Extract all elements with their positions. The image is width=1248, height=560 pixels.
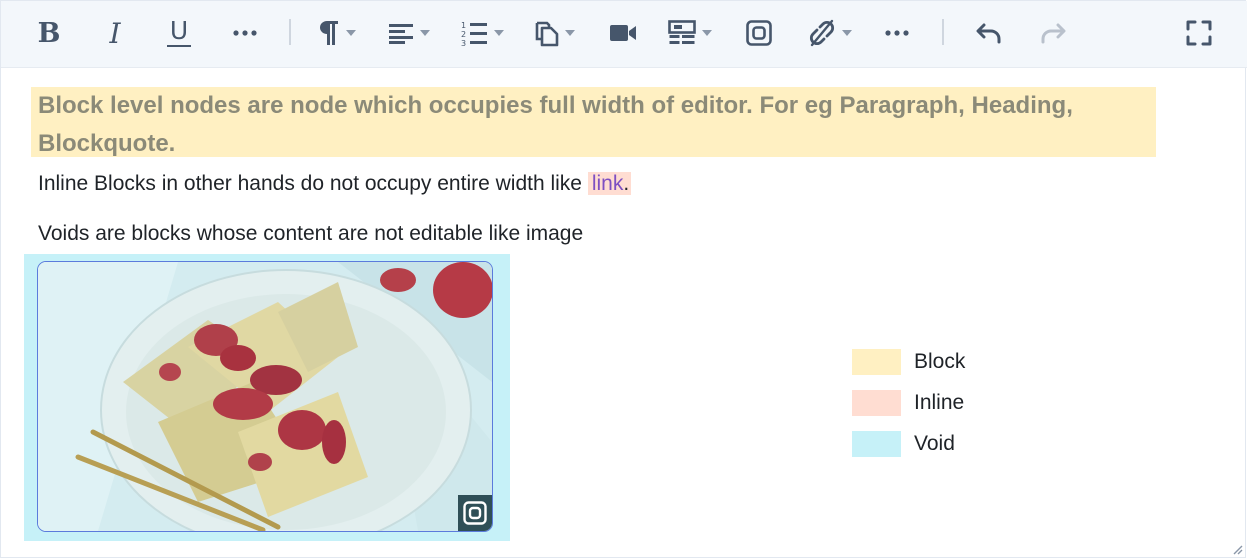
inline-paragraph-text: Inline Blocks in other hands do not occu… — [38, 172, 588, 195]
fullscreen-button[interactable] — [1181, 13, 1217, 53]
insert-video-button[interactable] — [605, 13, 641, 53]
more-icon — [233, 30, 257, 36]
bold-button[interactable]: B — [31, 13, 67, 53]
toolbar-separator — [289, 19, 291, 45]
link-button[interactable] — [805, 13, 855, 53]
block-paragraph: Block level nodes are node which occupie… — [38, 92, 1073, 157]
svg-text:2: 2 — [461, 30, 466, 39]
copy-button[interactable] — [531, 13, 579, 53]
more-formatting-button[interactable] — [227, 13, 263, 53]
food-image — [38, 262, 492, 531]
align-left-icon — [389, 24, 413, 44]
undo-icon — [976, 23, 1001, 44]
insert-table-button[interactable] — [665, 13, 715, 53]
embed-button[interactable] — [741, 13, 777, 53]
chevron-down-icon — [565, 30, 575, 36]
unlink-icon — [809, 19, 835, 47]
inline-paragraph: Inline Blocks in other hands do not occu… — [38, 172, 632, 196]
image-options-button[interactable] — [458, 495, 492, 531]
bold-icon: B — [37, 17, 61, 49]
editor-frame: B I U 123 Block level nodes are node whi… — [0, 0, 1247, 559]
align-button[interactable] — [385, 13, 433, 53]
inline-period: . — [623, 172, 630, 195]
editor-toolbar: B I U 123 — [1, 1, 1247, 68]
more-icon — [885, 30, 909, 36]
editor-content[interactable]: Block level nodes are node which occupie… — [1, 67, 1247, 559]
numbered-list-icon: 123 — [461, 21, 487, 47]
table-layout-icon — [668, 20, 696, 44]
inline-link[interactable]: link — [592, 172, 624, 195]
inline-highlight: link. — [587, 172, 632, 195]
chevron-down-icon — [420, 30, 430, 36]
paragraph-format-button[interactable] — [313, 13, 361, 53]
more-options-button[interactable] — [879, 13, 915, 53]
chevron-down-icon — [346, 30, 356, 36]
legend-label-block: Block — [914, 350, 966, 373]
void-paragraph: Voids are blocks whose content are not e… — [38, 222, 584, 245]
legend-swatch-block — [852, 349, 901, 375]
italic-icon: I — [109, 16, 121, 50]
italic-button[interactable]: I — [97, 13, 133, 53]
svg-text:1: 1 — [461, 21, 466, 30]
paragraph-icon — [320, 21, 338, 45]
legend-swatch-inline — [852, 390, 901, 416]
legend-swatch-void — [852, 431, 901, 457]
svg-text:3: 3 — [461, 39, 466, 47]
chevron-down-icon — [842, 30, 852, 36]
legend-label-inline: Inline — [914, 391, 965, 414]
numbered-list-button[interactable]: 123 — [457, 13, 507, 53]
underline-button[interactable]: U — [161, 13, 197, 53]
underline-icon: U — [169, 16, 189, 45]
void-block — [24, 254, 510, 541]
chevron-down-icon — [702, 30, 712, 36]
video-camera-icon — [610, 25, 636, 41]
embed-frame-icon — [463, 501, 487, 525]
image-void[interactable] — [37, 261, 493, 532]
copy-icon — [535, 21, 559, 47]
redo-icon — [1041, 23, 1066, 44]
toolbar-separator — [942, 19, 944, 45]
underline-bar — [167, 45, 191, 47]
legend-label-void: Void — [914, 432, 955, 455]
redo-button[interactable] — [1035, 13, 1071, 53]
embed-frame-icon — [746, 20, 772, 46]
undo-button[interactable] — [971, 13, 1007, 53]
fullscreen-icon — [1186, 20, 1212, 46]
chevron-down-icon — [494, 30, 504, 36]
resize-handle-icon[interactable] — [1231, 543, 1243, 555]
